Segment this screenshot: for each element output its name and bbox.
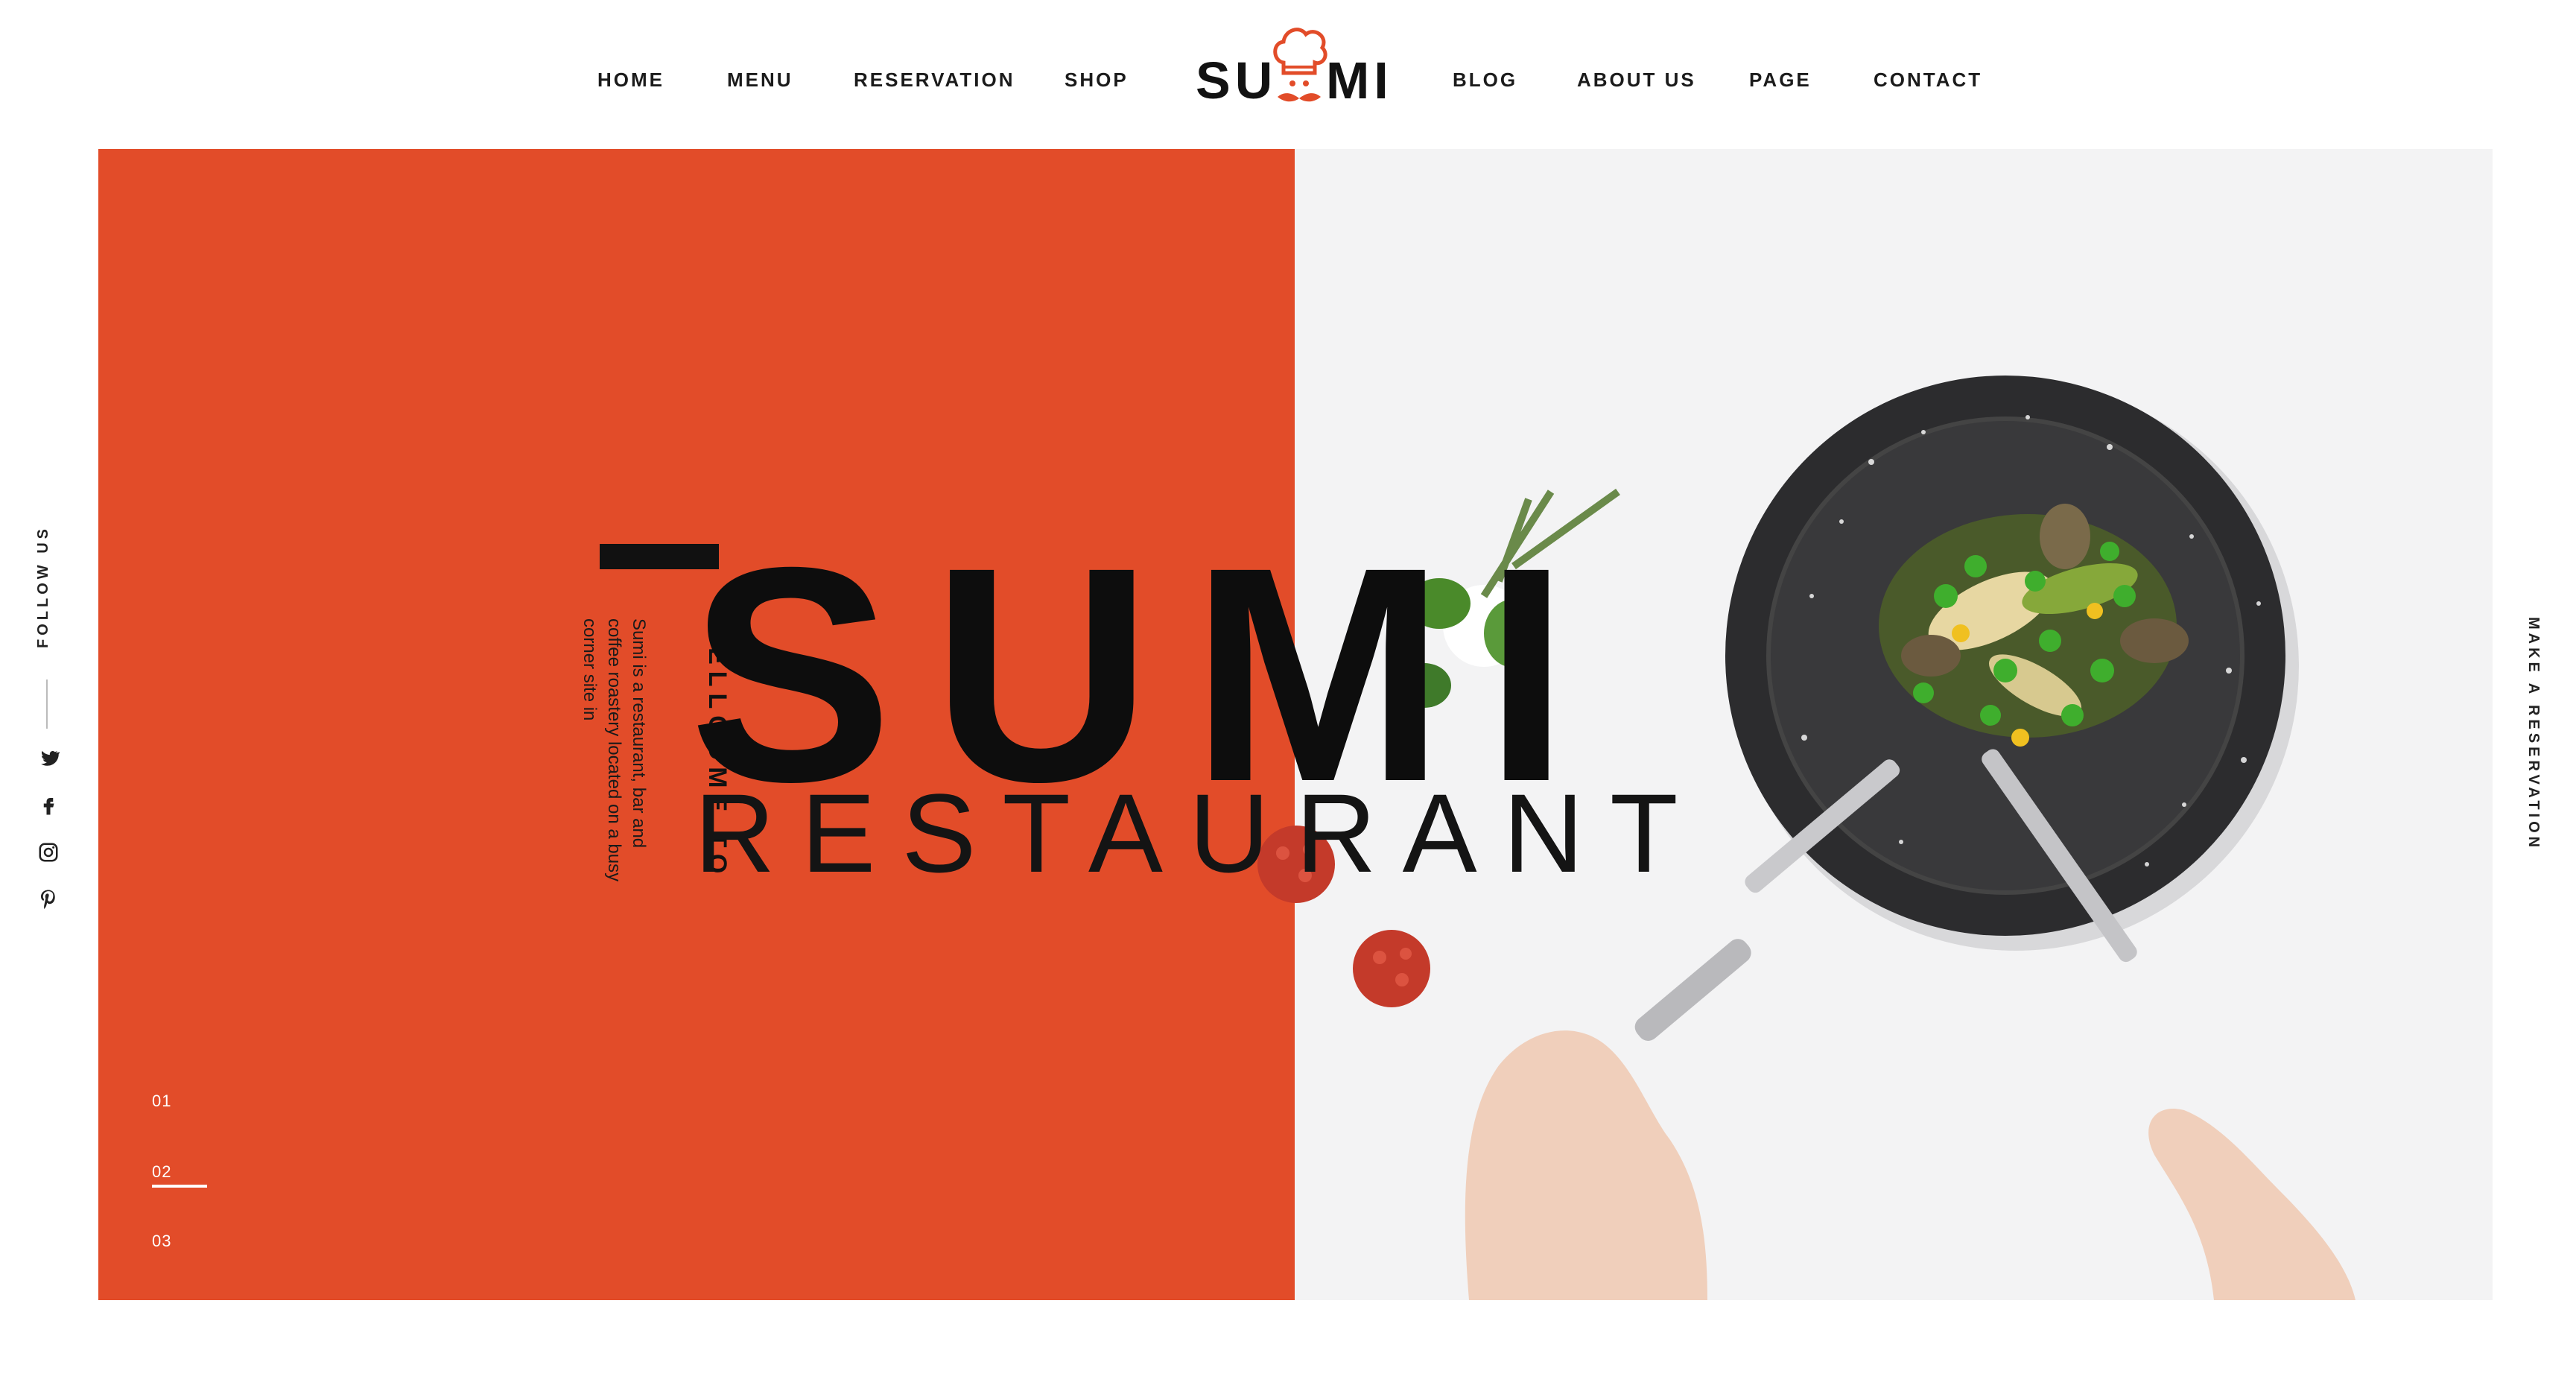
active-slide-underline	[152, 1185, 207, 1188]
follow-us-label: FOLLOW US	[35, 525, 51, 648]
follow-divider	[46, 680, 48, 729]
twitter-icon[interactable]	[37, 747, 60, 770]
instagram-icon[interactable]	[37, 841, 60, 864]
nav-page[interactable]: PAGE	[1749, 69, 1812, 92]
site-logo[interactable]: SU MI	[1196, 21, 1389, 118]
facebook-icon[interactable]	[37, 794, 60, 817]
pinterest-icon[interactable]	[37, 888, 60, 910]
nav-contact[interactable]: CONTACT	[1874, 69, 1982, 92]
logo-text-right: MI	[1326, 51, 1393, 110]
nav-reservation[interactable]: RESERVATION	[854, 69, 1015, 92]
nav-blog[interactable]: BLOG	[1453, 69, 1517, 92]
hero-subtitle: RESTAURANT	[694, 770, 1704, 896]
make-reservation-link[interactable]: MAKE A RESERVATION	[2525, 617, 2542, 851]
slide-indicator-02[interactable]: 02	[152, 1162, 171, 1182]
nav-menu[interactable]: MENU	[727, 69, 793, 92]
hero-section: WELLCOME TO Sumi is a restaurant, bar an…	[98, 149, 2493, 1300]
chef-hat-icon	[1273, 28, 1327, 102]
nav-shop[interactable]: SHOP	[1065, 69, 1129, 92]
nav-about[interactable]: ABOUT US	[1577, 69, 1696, 92]
nav-home[interactable]: HOME	[597, 69, 664, 92]
intro-text: Sumi is a restaurant, bar and coffee roa…	[580, 618, 649, 882]
slide-indicator-01[interactable]: 01	[152, 1092, 171, 1111]
logo-text-left: SU	[1196, 51, 1278, 110]
slide-indicator-03[interactable]: 03	[152, 1232, 171, 1251]
